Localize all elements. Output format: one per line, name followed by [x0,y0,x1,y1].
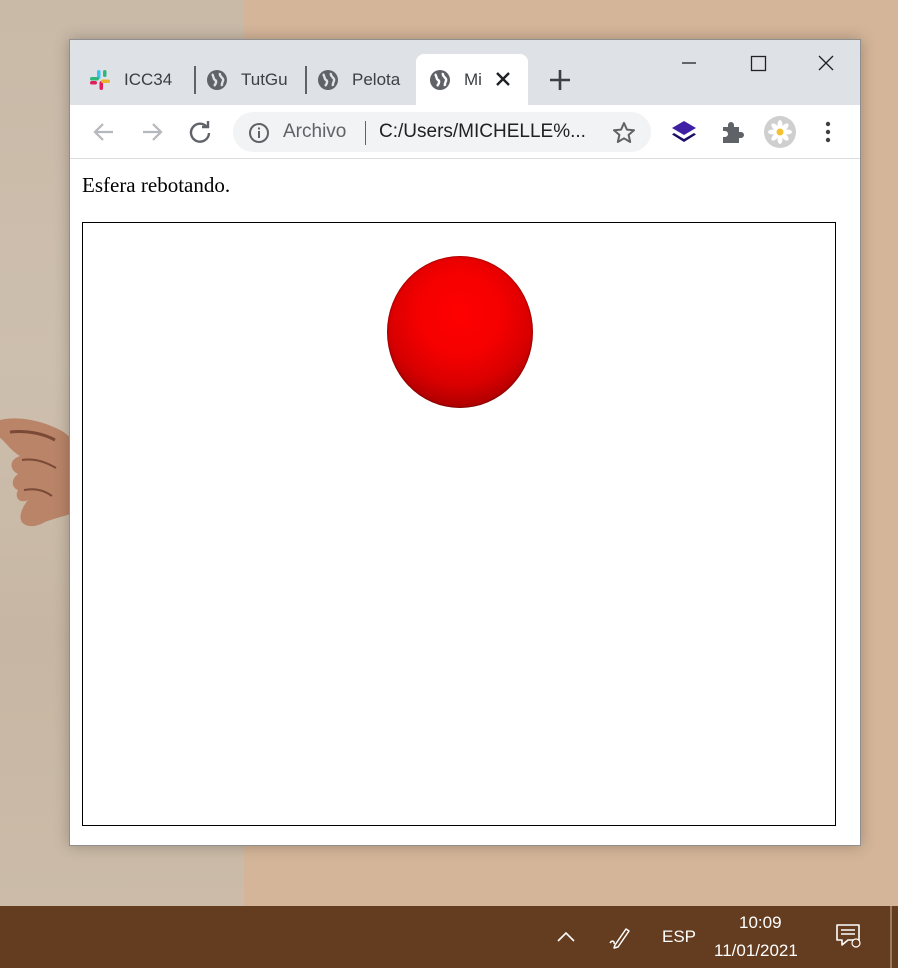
pen-icon[interactable] [606,923,634,951]
close-window-button[interactable] [803,46,849,80]
globe-icon [430,69,450,90]
address-bar[interactable]: Archivo C:/Users/MICHELLE%... [233,112,651,152]
tab-pelota[interactable]: Pelota [316,54,406,105]
tab-title: TutGu [241,69,288,89]
language-indicator[interactable]: ESP [662,927,696,947]
page-content: Esfera rebotando. [70,160,860,845]
notifications-icon[interactable] [834,921,864,951]
browser-window: ICC34 TutGu Pelota Mi Archivo C:/Users/M… [69,39,861,846]
page-heading: Esfera rebotando. [82,173,231,197]
omnibox-divider [365,121,366,145]
tab-title: Mi [464,69,482,89]
show-desktop-button[interactable] [890,906,892,968]
browser-toolbar: Archivo C:/Users/MICHELLE%... [70,105,860,159]
windows-taskbar: ESP 10:09 11/01/2021 [0,906,898,968]
bouncing-sphere [387,256,533,408]
tab-mi-active[interactable]: Mi [416,54,528,105]
tab-title: Pelota [352,69,401,89]
tab-separator [194,66,196,94]
bookmark-star-icon[interactable] [611,120,637,146]
reload-icon[interactable] [186,118,214,146]
clock-time[interactable]: 10:09 [739,913,782,933]
close-tab-icon[interactable] [492,68,514,90]
globe-icon [207,69,227,90]
profile-avatar[interactable] [764,116,796,148]
tab-tutgu[interactable]: TutGu [205,54,301,105]
info-icon[interactable] [247,121,271,145]
layers-extension-icon[interactable] [670,118,698,146]
forward-arrow-icon[interactable] [138,118,166,146]
globe-icon [318,69,338,90]
extensions-puzzle-icon[interactable] [718,118,746,146]
file-scheme-label: Archivo [283,121,347,142]
tab-strip: ICC34 TutGu Pelota Mi [70,40,860,105]
tab-separator [305,66,307,94]
tab-icc34[interactable]: ICC34 [88,54,192,105]
wallpaper-hand-image [0,418,80,527]
animation-canvas[interactable] [82,222,836,826]
back-arrow-icon[interactable] [90,118,118,146]
tab-title: ICC34 [124,69,173,89]
chevron-up-icon[interactable] [554,925,578,949]
maximize-button[interactable] [735,46,781,80]
clock-date[interactable]: 11/01/2021 [714,941,798,961]
new-tab-button[interactable] [546,66,574,94]
minimize-button[interactable] [666,46,712,80]
url-text[interactable]: C:/Users/MICHELLE%... [379,121,586,143]
slack-icon [90,69,110,90]
more-menu-icon[interactable] [814,118,842,146]
